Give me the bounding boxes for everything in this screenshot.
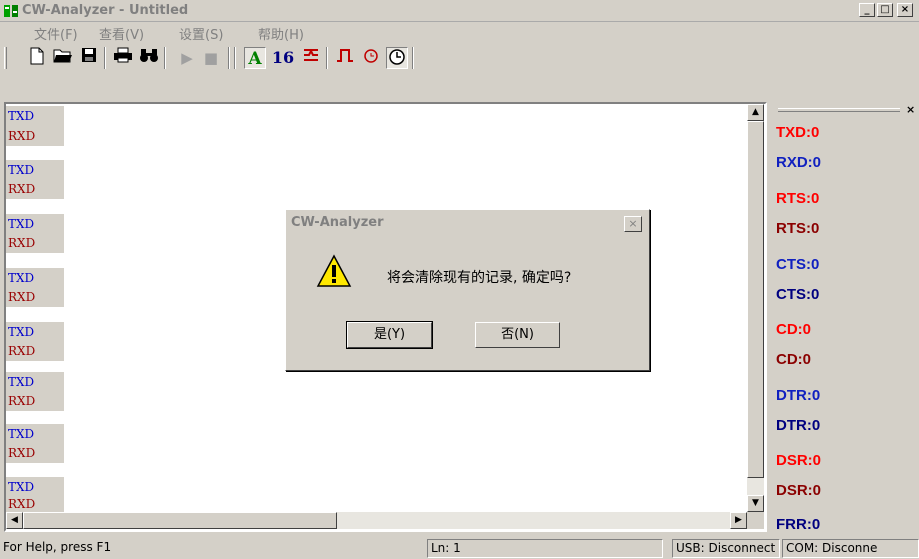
print-icon[interactable] (112, 47, 134, 69)
dialog-message: 将会清除现有的记录, 确定吗? (387, 270, 572, 286)
vertical-scroll-thumb[interactable] (747, 121, 764, 478)
close-button[interactable]: × (897, 3, 913, 17)
menu-view[interactable]: 查看(V) (99, 24, 144, 43)
signal-dtr: DTR:0 (776, 387, 821, 404)
channel-label-txd: TXD (6, 214, 64, 234)
toolbar: ▶ ■ A 16 (0, 42, 919, 102)
dialog-title: CW-Analyzer (291, 215, 384, 230)
pulse-icon[interactable] (334, 47, 356, 69)
ascii-mode-button[interactable]: A (244, 47, 266, 69)
panel-grip[interactable] (778, 108, 900, 112)
signal-txd: TXD:0 (776, 124, 820, 141)
horizontal-scroll-thumb[interactable] (23, 512, 337, 529)
signal-dsr: DSR:0 (776, 452, 822, 469)
channel-labels: TXD RXD TXD RXD TXD RXD TXD RXD TXD RXD … (6, 104, 64, 512)
channel-label-txd: TXD (6, 268, 64, 288)
status-help: For Help, press F1 (3, 540, 112, 554)
scroll-right-button[interactable]: ▶ (730, 512, 747, 529)
channel-label-txd: TXD (6, 372, 64, 392)
signal-panel: × TXD:0 RXD:0 RTS:0 RTS:0 CTS:0 CTS:0 CD… (770, 102, 919, 532)
signal-dsr: DSR:0 (776, 482, 822, 499)
binoculars-icon[interactable] (138, 47, 160, 69)
clock-icon[interactable] (386, 47, 408, 69)
alarm-clock-icon[interactable] (360, 47, 382, 69)
channel-label-txd: TXD (6, 106, 64, 126)
menu-bar: 文件(F) 查看(V) 设置(S) 帮助(H) (0, 22, 919, 43)
no-button[interactable]: 否(N) (475, 322, 560, 348)
scroll-up-button[interactable]: ▲ (747, 104, 764, 121)
minimize-button[interactable]: _ (859, 3, 875, 17)
signal-rxd: RXD:0 (776, 154, 822, 171)
signal-rts: RTS:0 (776, 190, 820, 207)
open-folder-icon[interactable] (52, 47, 74, 69)
play-icon[interactable]: ▶ (176, 47, 198, 69)
vertical-scrollbar[interactable]: ▲ ▼ (747, 104, 764, 512)
new-file-icon[interactable] (26, 47, 48, 69)
signal-cd: CD:0 (776, 351, 812, 368)
signal-frr: FRR:0 (776, 516, 821, 532)
maximize-button[interactable]: □ (877, 3, 893, 17)
channel-label-rxd: RXD (6, 443, 64, 463)
window-title: CW-Analyzer - Untitled (22, 3, 189, 18)
status-usb: USB: Disconnect (672, 539, 780, 558)
dialog-title-bar: CW-Analyzer × (289, 213, 646, 233)
channel-label-rxd: RXD (6, 341, 64, 361)
panel-close-icon[interactable]: × (906, 103, 915, 116)
title-bar: CW-Analyzer - Untitled _ □ × (0, 0, 919, 22)
scroll-left-button[interactable]: ◀ (6, 512, 23, 529)
channel-label-rxd: RXD (6, 126, 64, 146)
channel-label-rxd: RXD (6, 233, 64, 253)
status-line: Ln: 1 (427, 539, 663, 558)
channel-label-txd: TXD (6, 424, 64, 444)
channel-label-txd: TXD (6, 322, 64, 342)
signal-cts: CTS:0 (776, 256, 820, 273)
menu-help[interactable]: 帮助(H) (258, 24, 304, 43)
menu-settings[interactable]: 设置(S) (179, 24, 223, 43)
stop-icon[interactable]: ■ (200, 47, 222, 69)
signal-mode-icon[interactable] (300, 47, 322, 69)
status-com: COM: Disconne (782, 539, 919, 558)
channel-label-txd: TXD (6, 160, 64, 180)
warning-icon (316, 254, 352, 287)
scroll-corner (747, 512, 764, 529)
channel-label-txd: TXD (6, 477, 64, 497)
channel-label-rxd: RXD (6, 496, 64, 512)
toolbar-grip[interactable] (4, 47, 7, 69)
confirm-dialog: CW-Analyzer × 将会清除现有的记录, 确定吗? 是(Y) 否(N) (285, 209, 650, 371)
signal-rts: RTS:0 (776, 220, 820, 237)
signal-cts: CTS:0 (776, 286, 820, 303)
scroll-down-button[interactable]: ▼ (747, 495, 764, 512)
channel-label-rxd: RXD (6, 391, 64, 411)
hex-mode-button[interactable]: 16 (270, 47, 296, 69)
app-icon (4, 5, 18, 17)
channel-label-rxd: RXD (6, 287, 64, 307)
horizontal-scrollbar[interactable]: ◀ ▶ (6, 512, 747, 529)
signal-dtr: DTR:0 (776, 417, 821, 434)
dialog-close-button[interactable]: × (624, 216, 642, 232)
yes-button[interactable]: 是(Y) (346, 321, 433, 349)
channel-label-rxd: RXD (6, 179, 64, 199)
status-bar: For Help, press F1 Ln: 1 USB: Disconnect… (0, 537, 919, 559)
save-icon[interactable] (78, 47, 100, 69)
signal-cd: CD:0 (776, 321, 812, 338)
menu-file[interactable]: 文件(F) (34, 24, 78, 43)
